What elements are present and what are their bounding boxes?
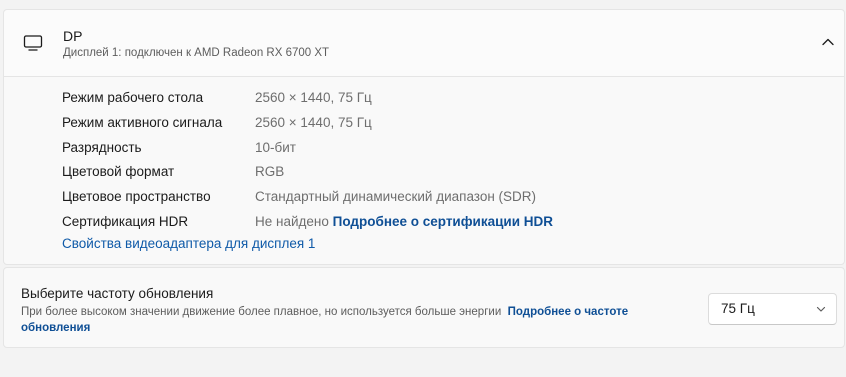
property-value: 10-бит	[255, 139, 296, 155]
property-label: Сертификация HDR	[62, 213, 189, 229]
property-label: Разрядность	[62, 139, 142, 155]
property-label: Режим рабочего стола	[62, 90, 204, 105]
property-label: Цветовое пространство	[62, 189, 211, 205]
hdr-certification-link[interactable]: Подробнее о сертификации HDR	[333, 214, 553, 229]
display-subtitle: Дисплей 1: подключен к AMD Radeon RX 670…	[63, 47, 330, 59]
property-value-group: Не найдено Подробнее о сертификации HDR	[255, 210, 553, 235]
property-value: Не найдено	[255, 213, 329, 229]
refresh-rate-selected-value: 75 Гц	[721, 301, 755, 316]
display-title: DP	[63, 28, 83, 44]
property-label: Цветовой формат	[62, 164, 175, 180]
refresh-rate-dropdown[interactable]: 75 Гц	[708, 293, 837, 325]
chevron-down-icon	[816, 306, 826, 312]
property-value: RGB	[255, 164, 285, 180]
refresh-rate-card: Выберите частоту обновления При более вы…	[3, 267, 845, 348]
refresh-rate-description-block: При более высоком значении движение боле…	[21, 304, 681, 336]
chevron-up-icon[interactable]	[820, 34, 836, 50]
refresh-rate-description: При более высоком значении движение боле…	[21, 306, 502, 318]
refresh-rate-title: Выберите частоту обновления	[21, 286, 214, 301]
property-value: 2560 × 1440, 75 Гц	[255, 114, 372, 130]
adapter-properties-link[interactable]: Свойства видеоадаптера для дисплея 1	[62, 236, 315, 251]
display-info-card: DP Дисплей 1: подключен к AMD Radeon RX …	[3, 9, 845, 265]
property-value: 2560 × 1440, 75 Гц	[255, 90, 372, 105]
property-value: Стандартный динамический диапазон (SDR)	[255, 189, 537, 205]
monitor-icon	[23, 35, 43, 51]
display-card-header[interactable]: DP Дисплей 1: подключен к AMD Radeon RX …	[4, 10, 844, 77]
property-label: Режим активного сигнала	[62, 114, 223, 130]
